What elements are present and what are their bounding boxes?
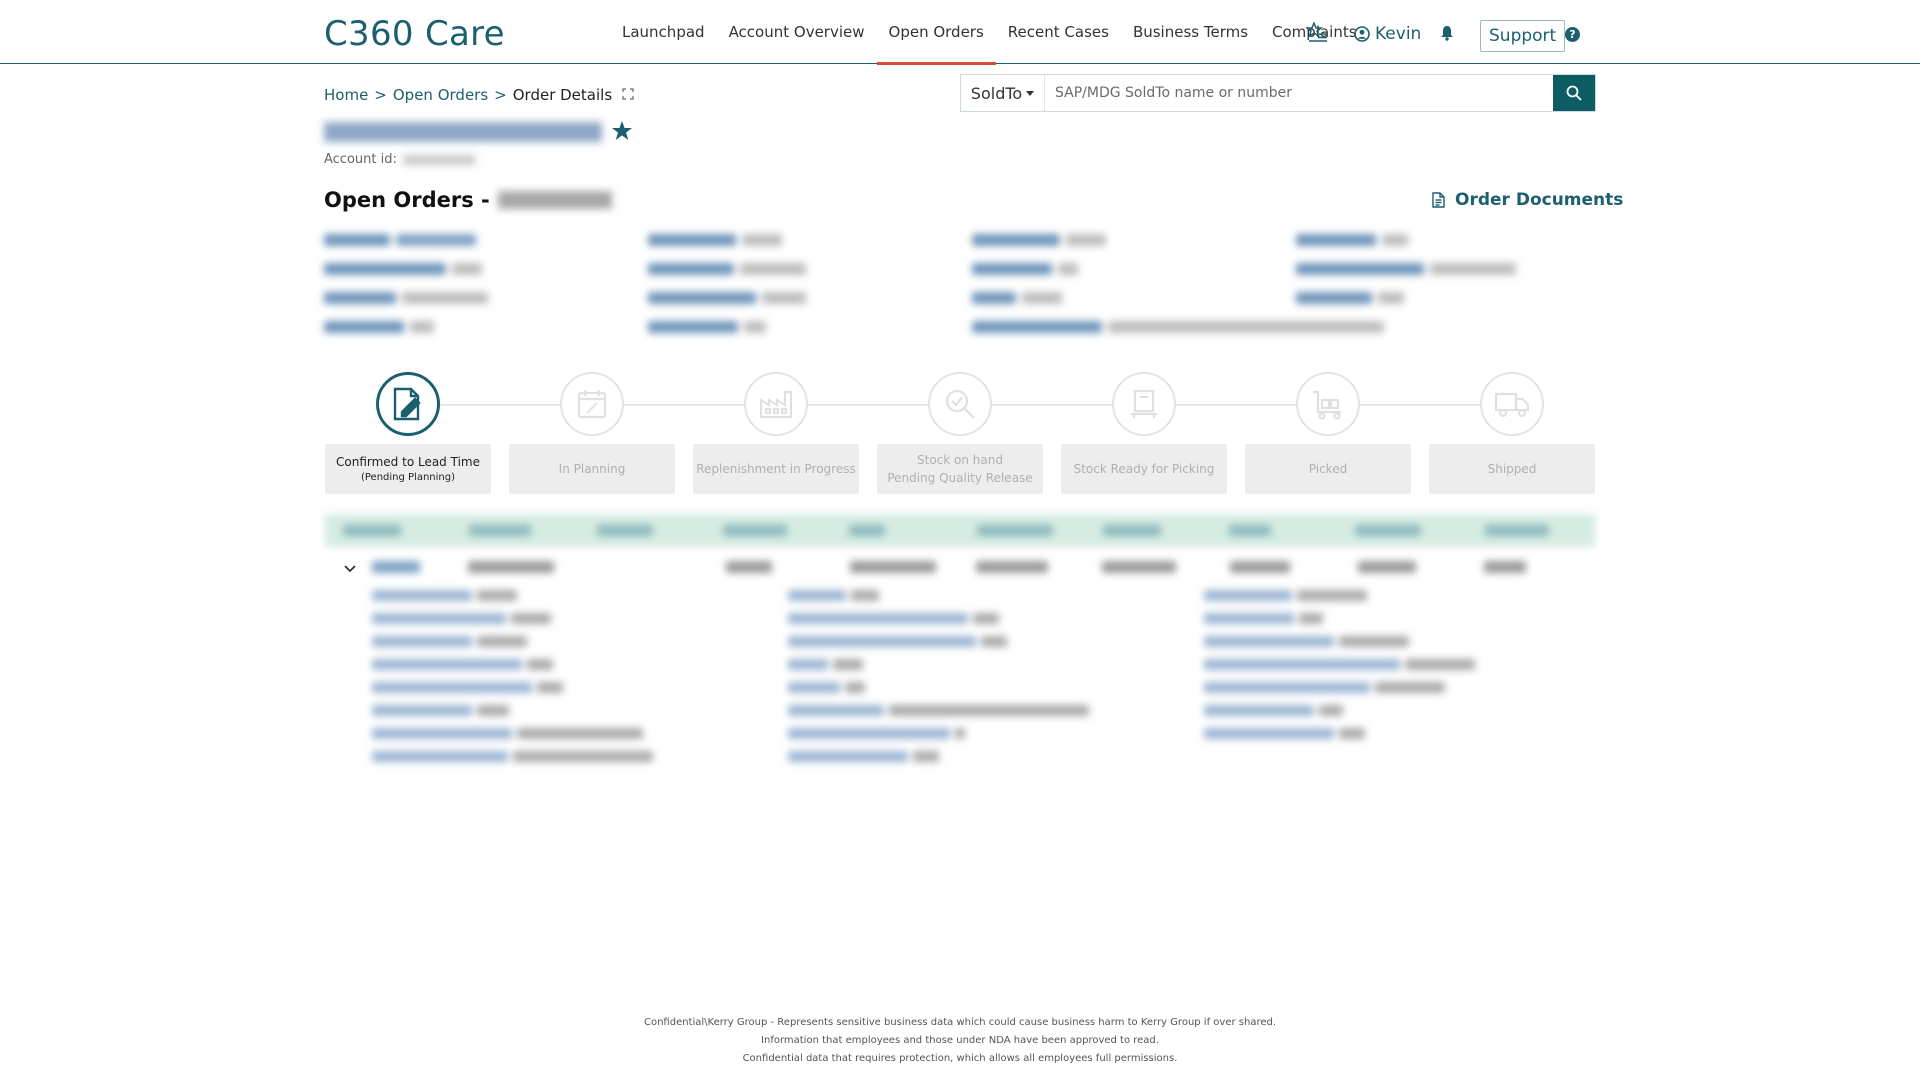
factory-icon xyxy=(744,372,808,436)
breadcrumb-open-orders[interactable]: Open Orders xyxy=(393,86,488,104)
order-lines-table-header-redacted xyxy=(325,514,1595,547)
favorites-list-icon[interactable] xyxy=(1304,20,1328,46)
favorite-star-icon[interactable] xyxy=(611,120,633,146)
step-title: Stock Ready for Picking xyxy=(1073,462,1215,476)
step-title: Replenishment in Progress xyxy=(696,462,856,476)
order-number-redacted xyxy=(497,191,612,209)
nav-business-terms[interactable]: Business Terms xyxy=(1121,0,1260,64)
step-stock-on-hand: Stock on hand Pending Quality Release xyxy=(876,370,1044,494)
step-stock-ready-for-picking: Stock Ready for Picking xyxy=(1060,370,1228,494)
account-id-value-redacted xyxy=(402,154,475,165)
account-id-label: Account id: xyxy=(324,152,397,167)
footer-line: Confidential data that requires protecti… xyxy=(742,1053,1178,1064)
app-logo[interactable]: C360 Care xyxy=(324,14,505,54)
breadcrumb-separator: > xyxy=(494,86,507,104)
step-title: Stock on hand xyxy=(917,453,1003,467)
step-title: Picked xyxy=(1308,462,1348,476)
nav-recent-cases[interactable]: Recent Cases xyxy=(996,0,1121,64)
nav-open-orders[interactable]: Open Orders xyxy=(876,0,997,65)
footer-line: Information that employees and those und… xyxy=(761,1035,1159,1046)
caret-down-icon xyxy=(1026,90,1035,96)
truck-icon xyxy=(1480,372,1544,436)
search-scope-label: SoldTo xyxy=(970,83,1023,103)
document-icon xyxy=(1432,192,1445,208)
step-subtitle: (Pending Planning) xyxy=(360,472,456,483)
step-label: Stock Ready for Picking xyxy=(1061,444,1227,494)
confidentiality-footer: Confidential\Kerry Group - Represents se… xyxy=(0,1014,1920,1068)
order-status-stepper: Confirmed to Lead Time (Pending Planning… xyxy=(324,370,1596,494)
step-label: Shipped xyxy=(1429,444,1595,494)
step-replenishment-in-progress: Replenishment in Progress xyxy=(692,370,860,494)
breadcrumb-separator: > xyxy=(374,86,387,104)
account-name-redacted xyxy=(324,122,602,142)
top-header: C360 Care Launchpad Account Overview Ope… xyxy=(0,0,1920,65)
support-button[interactable]: Support xyxy=(1480,20,1566,52)
soldto-search-bar: SoldTo xyxy=(960,74,1596,112)
pallet-icon xyxy=(1112,372,1176,436)
page-title-text: Open Orders - xyxy=(324,188,490,212)
step-subtitle: Pending Quality Release xyxy=(887,471,1033,485)
notifications-bell-icon[interactable] xyxy=(1440,25,1454,45)
magnify-icon xyxy=(928,372,992,436)
step-label: Stock on hand Pending Quality Release xyxy=(877,444,1043,494)
step-title: Confirmed to Lead Time xyxy=(336,455,480,469)
calendar-icon xyxy=(560,372,624,436)
row-expand-chevron-down-icon[interactable] xyxy=(344,558,356,577)
soldto-search-input[interactable] xyxy=(1045,75,1553,111)
user-name: Kevin xyxy=(1375,24,1422,44)
breadcrumb-current: Order Details xyxy=(512,86,613,104)
account-id: Account id: xyxy=(324,152,475,167)
step-in-planning: In Planning xyxy=(508,370,676,494)
step-label: Confirmed to Lead Time (Pending Planning… xyxy=(325,444,491,494)
nav-account-overview[interactable]: Account Overview xyxy=(717,0,877,64)
edit-document-icon xyxy=(376,372,440,436)
order-documents-label: Order Documents xyxy=(1455,190,1624,210)
user-circle-icon xyxy=(1354,26,1370,42)
search-scope-dropdown[interactable]: SoldTo xyxy=(961,75,1045,111)
step-shipped: Shipped xyxy=(1428,370,1596,494)
step-label: Picked xyxy=(1245,444,1411,494)
step-label: Replenishment in Progress xyxy=(693,444,859,494)
cart-icon xyxy=(1296,372,1360,436)
main-nav: Launchpad Account Overview Open Orders R… xyxy=(610,0,1369,65)
step-picked: Picked xyxy=(1244,370,1412,494)
nav-launchpad[interactable]: Launchpad xyxy=(610,0,717,64)
search-button[interactable] xyxy=(1553,75,1595,111)
step-title: In Planning xyxy=(558,462,626,476)
order-documents-link[interactable]: Order Documents xyxy=(1432,190,1623,210)
order-info-grid-redacted xyxy=(324,234,1596,346)
breadcrumb-home[interactable]: Home xyxy=(324,86,368,104)
user-menu[interactable]: Kevin xyxy=(1354,24,1421,44)
breadcrumb: Home > Open Orders > Order Details xyxy=(324,86,634,104)
footer-line: Confidential\Kerry Group - Represents se… xyxy=(643,1017,1277,1028)
page-title: Open Orders - xyxy=(324,188,612,212)
search-icon xyxy=(1566,85,1582,101)
step-title: Shipped xyxy=(1487,462,1537,476)
step-label: In Planning xyxy=(509,444,675,494)
step-confirmed-to-lead-time: Confirmed to Lead Time (Pending Planning… xyxy=(324,370,492,494)
fullscreen-expand-icon[interactable] xyxy=(622,86,634,104)
help-icon[interactable]: ? xyxy=(1565,27,1580,42)
